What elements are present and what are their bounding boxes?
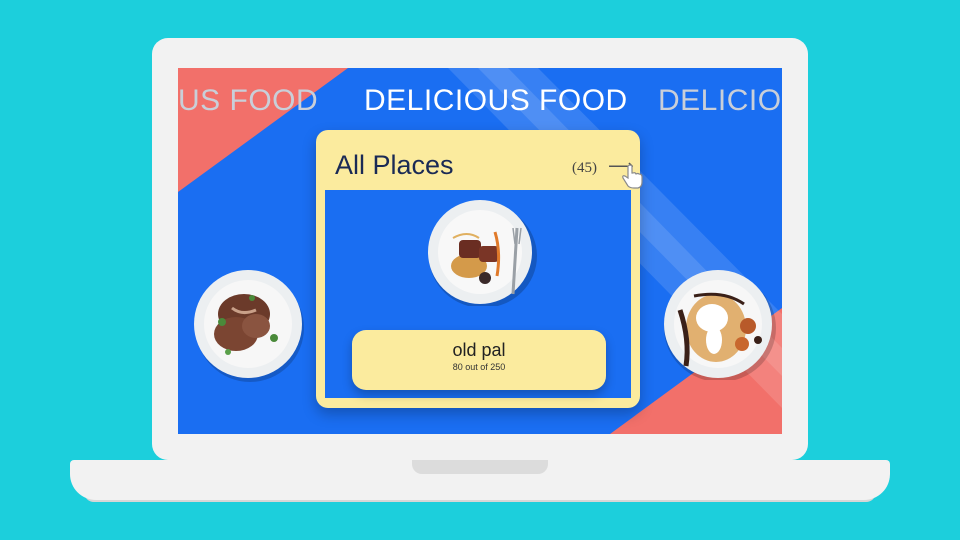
card-title: All Places xyxy=(335,150,454,180)
app-screen: US FOOD DELICIOUS FOOD DELICIOU All Plac… xyxy=(178,68,782,434)
food-plate-left[interactable] xyxy=(192,268,306,382)
marquee-text-right: DELICIOU xyxy=(658,84,782,117)
laptop-notch xyxy=(412,460,548,474)
food-plate-right[interactable] xyxy=(658,270,782,380)
marquee-text-center: DELICIOUS FOOD xyxy=(364,84,628,117)
featured-place-pill[interactable]: old pal 80 out of 250 xyxy=(352,330,606,390)
places-count[interactable]: (45) xyxy=(572,160,597,177)
place-name: old pal xyxy=(452,340,506,360)
place-rank: 80 out of 250 xyxy=(452,362,506,372)
marquee-text-left: US FOOD xyxy=(178,84,319,117)
featured-food-plate[interactable] xyxy=(423,198,539,306)
places-card[interactable]: All Places (45) ⟶ old pal 80 out of 250 xyxy=(316,130,640,408)
hand-cursor-icon xyxy=(622,164,643,189)
card-header: All Places (45) ⟶ xyxy=(316,130,640,188)
